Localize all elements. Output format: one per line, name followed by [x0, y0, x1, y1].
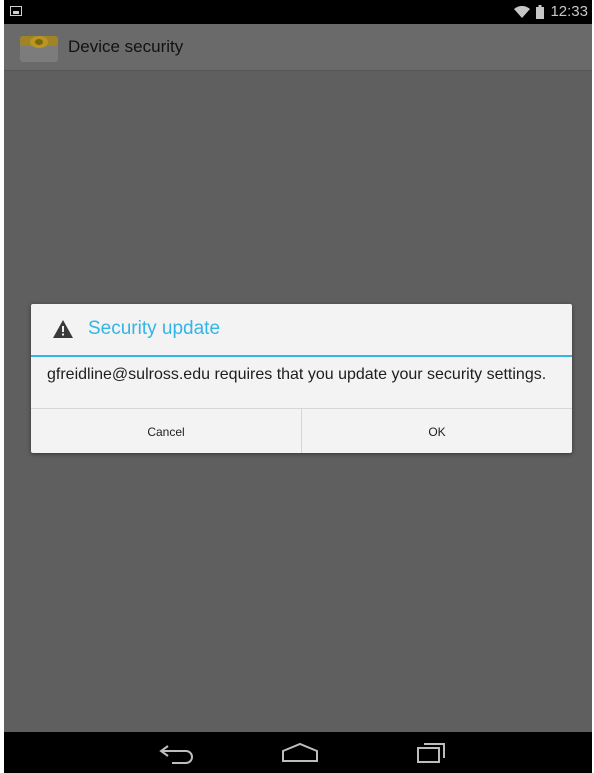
dialog-message: gfreidline@sulross.edu requires that you… [47, 366, 547, 383]
status-bar: 12:33 [4, 0, 592, 24]
dialog-title: Security update [88, 318, 221, 339]
navigation-bar [4, 732, 592, 773]
dialog-title-divider [31, 355, 572, 357]
wifi-icon [514, 6, 531, 18]
warning-icon [53, 320, 73, 338]
action-bar-title: Device security [68, 37, 184, 56]
dialog-button-bar: Cancel OK [31, 408, 572, 453]
security-update-dialog: Security update gfreidline@sulross.edu r… [31, 304, 572, 453]
ok-button[interactable]: OK [301, 409, 572, 453]
home-icon[interactable] [281, 741, 319, 765]
email-app-icon[interactable] [18, 33, 60, 63]
action-bar: Device security [4, 24, 592, 71]
dialog-header: Security update [31, 304, 572, 356]
battery-icon [536, 5, 545, 19]
status-time: 12:33 [550, 3, 588, 20]
recents-icon[interactable] [416, 741, 446, 765]
device-screen: 12:33 Device security Security update gf… [4, 0, 592, 773]
cancel-button[interactable]: Cancel [31, 409, 301, 453]
back-icon[interactable] [158, 741, 194, 765]
status-icons: 12:33 [514, 3, 588, 21]
gallery-icon [10, 6, 22, 16]
